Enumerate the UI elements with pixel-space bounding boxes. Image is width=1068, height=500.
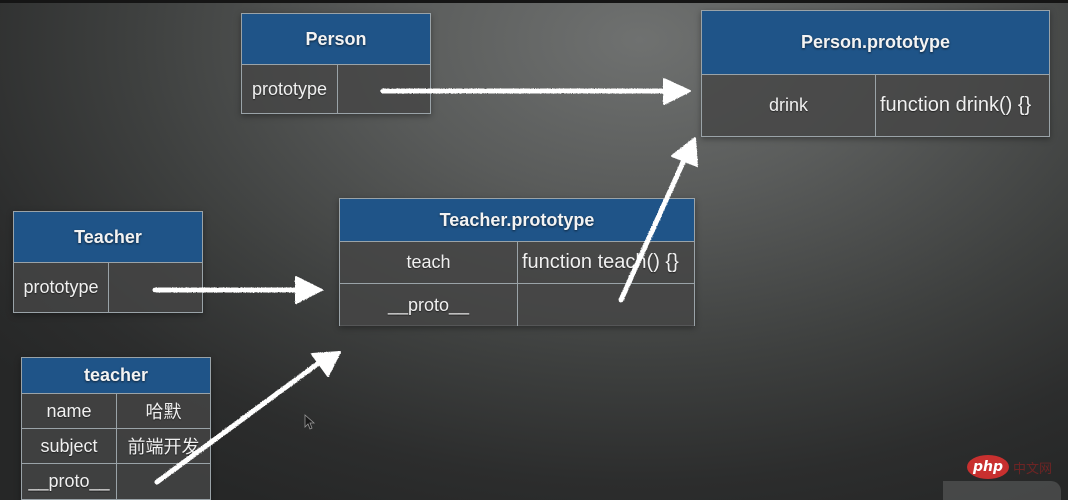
- teacher-title: Teacher: [14, 212, 202, 263]
- row-key: name: [22, 394, 117, 428]
- row-key: teach: [340, 242, 518, 283]
- row-key: drink: [702, 75, 876, 136]
- person-prototype-box: Person.prototype drink function drink() …: [701, 10, 1050, 137]
- person-box: Person prototype: [241, 13, 431, 114]
- row-value: [338, 65, 430, 113]
- teacher-row-prototype: prototype: [14, 263, 202, 312]
- teacher-prototype-row-proto: __proto__: [340, 284, 694, 326]
- row-key: __proto__: [22, 464, 117, 499]
- mouse-cursor-icon: [304, 414, 316, 430]
- php-watermark: php 中文网: [967, 455, 1052, 479]
- teacher-instance-row-proto: __proto__: [22, 464, 210, 499]
- teacher-instance-title: teacher: [22, 358, 210, 394]
- teacher-prototype-title: Teacher.prototype: [340, 199, 694, 242]
- teacher-instance-row-name: name 哈默: [22, 394, 210, 429]
- row-value: 前端开发: [117, 429, 210, 463]
- person-title: Person: [242, 14, 430, 65]
- php-logo-icon: php: [967, 455, 1009, 479]
- top-edge-bar: [0, 0, 1068, 3]
- person-prototype-row-drink: drink function drink() {}: [702, 75, 1049, 136]
- row-value: [117, 464, 210, 499]
- watermark-text: 中文网: [1013, 461, 1053, 477]
- teacher-prototype-row-teach: teach function teach() {}: [340, 242, 694, 284]
- row-value: function teach() {}: [518, 242, 694, 283]
- row-value: 哈默: [117, 394, 210, 428]
- row-value: [518, 284, 694, 326]
- teacher-constructor-box: Teacher prototype: [13, 211, 203, 313]
- person-prototype-title: Person.prototype: [702, 11, 1049, 75]
- row-key: prototype: [14, 263, 109, 312]
- row-value: [109, 263, 202, 312]
- bottom-corner-bar: [943, 481, 1061, 500]
- person-row-prototype: prototype: [242, 65, 430, 113]
- row-key: prototype: [242, 65, 338, 113]
- row-key: subject: [22, 429, 117, 463]
- teacher-prototype-box: Teacher.prototype teach function teach()…: [339, 198, 695, 326]
- teacher-instance-row-subject: subject 前端开发: [22, 429, 210, 464]
- row-key: __proto__: [340, 284, 518, 326]
- row-value: function drink() {}: [876, 75, 1049, 136]
- teacher-instance-box: teacher name 哈默 subject 前端开发 __proto__: [21, 357, 211, 500]
